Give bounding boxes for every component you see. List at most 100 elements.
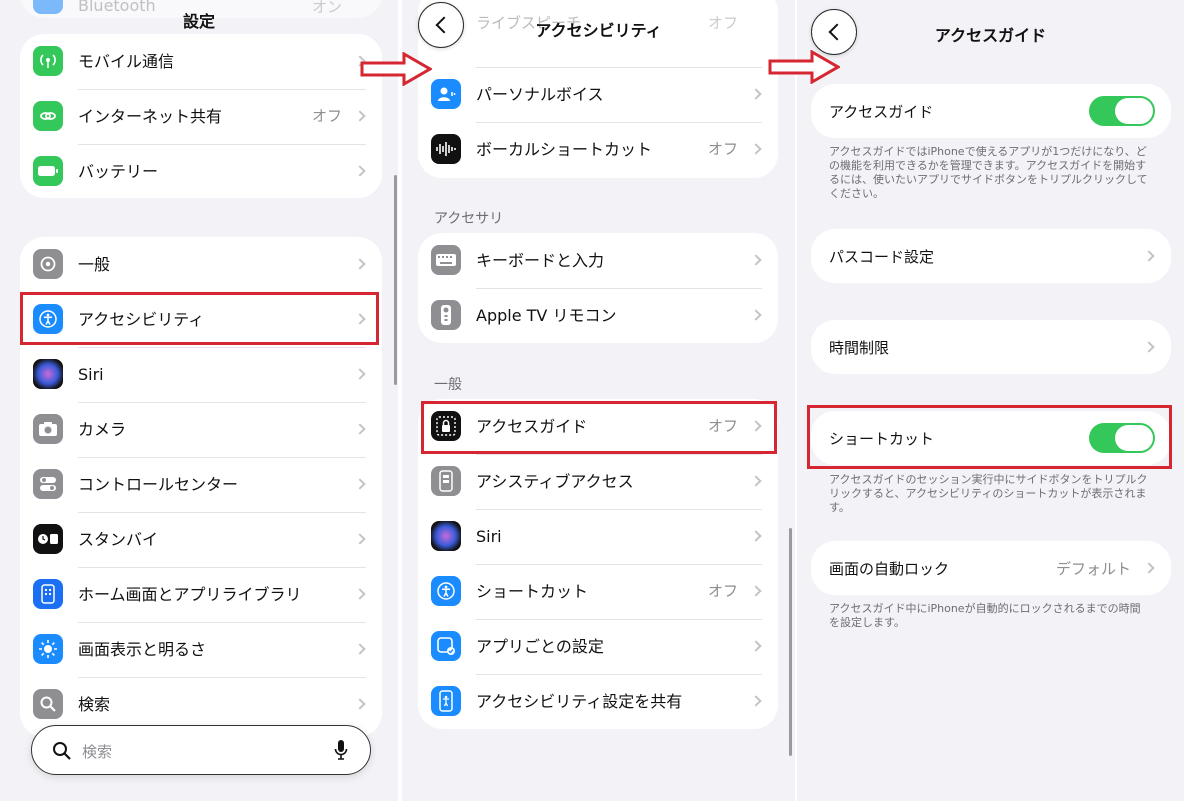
list-item-per-app-settings[interactable]: アプリごとの設定 [418,619,778,674]
list-item-keyboard[interactable]: キーボードと入力 [418,233,778,288]
list-item-autolock[interactable]: 画面の自動ロック デフォルト [811,541,1171,595]
camera-label: カメラ [78,420,127,439]
search-bar[interactable]: 検索 [31,725,371,775]
standby-label: スタンバイ [78,530,159,549]
sidebar-item-display[interactable]: 画面表示と明るさ [20,622,382,677]
sidebar-item-home-screen[interactable]: ホーム画面とアプリライブラリ [20,567,382,622]
accessibility-icon [431,576,461,606]
standby-icon [33,524,63,554]
sidebar-item-general[interactable]: 一般 [20,237,382,292]
list-item-apple-tv-remote[interactable]: Apple TV リモコン [418,288,778,343]
search-icon [53,742,71,760]
microphone-icon[interactable] [334,739,348,761]
assistive-access-icon [431,466,461,496]
siri-label: Siri [476,527,502,546]
per-app-icon [431,631,461,661]
waveform-icon [431,134,461,164]
hotspot-value: オフ [311,107,342,125]
guided-access-label: アクセスガイド [829,103,934,121]
list-item-accessibility-shortcut[interactable]: ショートカット オフ [418,564,778,619]
chevron-right-icon [1143,341,1155,353]
siri-icon [33,359,63,389]
divider [476,509,762,510]
assistive-access-label: アシスティブアクセス [476,472,634,491]
page-title: アクセスガイド [934,26,1047,45]
list-item-time-limits[interactable]: 時間制限 [811,320,1171,374]
siri-icon [431,521,461,551]
share-settings-label: アクセシビリティ設定を共有 [476,692,683,711]
list-item-siri[interactable]: Siri [418,509,778,564]
sidebar-item-control-center[interactable]: コントロールセンター [20,457,382,512]
mobile-label: モバイル通信 [78,52,175,71]
arrow-right-icon [768,50,840,84]
guided-access-footnote: アクセスガイドではiPhoneで使えるアプリが1つだけになり、どの機能を利用でき… [829,145,1148,200]
accessibility-panel: ライブスピーチ オフ パーソナルボイス ボーカルショートカット オフ アクセシビ… [402,0,795,801]
gear-icon [33,249,63,279]
shortcut-footnote: アクセスガイドのセッション実行中にサイドボタンをトリプルクリックすると、アクセシ… [829,473,1148,514]
home-screen-label: ホーム画面とアプリライブラリ [78,585,302,604]
list-item-personal-voice[interactable]: パーソナルボイス [418,67,778,122]
vocal-shortcut-label: ボーカルショートカット [476,140,653,159]
sidebar-item-mobile[interactable]: モバイル通信 [20,34,382,89]
divider [78,347,366,348]
personal-voice-icon [431,79,461,109]
time-limits-label: 時間制限 [829,339,890,357]
apple-tv-remote-label: Apple TV リモコン [476,306,617,325]
autolock-footnote: アクセスガイド中にiPhoneが自動的にロックされるまでの時間を設定します。 [829,602,1141,629]
chevron-right-icon [354,110,366,122]
list-item-vocal-shortcut[interactable]: ボーカルショートカット オフ [418,122,778,177]
page-title: アクセシビリティ [535,21,662,40]
per-app-settings-label: アプリごとの設定 [476,637,604,656]
home-screen-icon [33,579,63,609]
search-input[interactable]: 検索 [82,741,112,762]
sidebar-item-search[interactable]: 検索 [20,677,382,732]
shortcut-value: オフ [707,582,738,600]
list-item-assistive-access[interactable]: アシスティブアクセス [418,454,778,509]
scrollbar[interactable] [789,528,792,756]
display-label: 画面表示と明るさ [78,640,207,659]
guided-access-panel: アクセスガイド アクセスガイド アクセスガイドではiPhoneで使えるアプリが1… [797,0,1184,801]
chevron-right-icon [354,533,366,545]
chevron-right-icon [750,695,762,707]
chevron-right-icon [354,698,366,710]
chevron-right-icon [354,478,366,490]
chevron-right-icon [1143,562,1155,574]
section-header-general: 一般 [434,377,462,393]
chevron-right-icon [750,640,762,652]
guided-access-toggle[interactable] [1089,96,1155,126]
section-header-accessories: アクセサリ [434,211,504,227]
personal-voice-label: パーソナルボイス [476,85,604,104]
shortcut-highlight [807,405,1172,469]
sidebar-item-hotspot[interactable]: インターネット共有 オフ [20,89,382,144]
sidebar-item-standby[interactable]: スタンバイ [20,512,382,567]
autolock-value: デフォルト [1055,560,1131,578]
sidebar-item-camera[interactable]: カメラ [20,402,382,457]
toggles-icon [33,469,63,499]
sidebar-item-siri[interactable]: Siri [20,347,382,402]
chevron-right-icon [750,585,762,597]
battery-icon [33,156,63,186]
arrow-right-icon [360,52,432,86]
toggle-knob [1115,98,1153,124]
chevron-right-icon [354,165,366,177]
keyboard-label: キーボードと入力 [476,251,605,270]
chevron-right-icon [354,588,366,600]
divider [78,677,366,678]
siri-label: Siri [78,365,104,384]
guided-access-highlight [421,401,777,454]
remote-icon [431,300,461,330]
list-item-share-settings[interactable]: アクセシビリティ設定を共有 [418,674,778,729]
chevron-right-icon [1143,250,1155,262]
keyboard-icon [431,245,461,275]
chevron-right-icon [750,475,762,487]
share-settings-icon [431,686,461,716]
scrollbar[interactable] [394,175,397,385]
sidebar-item-battery[interactable]: バッテリー [20,144,382,198]
chevron-right-icon [750,530,762,542]
chevron-right-icon [354,423,366,435]
guided-access-toggle-group: アクセスガイド [811,84,1171,138]
accessibility-highlight [20,292,379,345]
chevron-right-icon [354,258,366,270]
vocal-shortcut-value: オフ [707,140,738,158]
list-item-passcode[interactable]: パスコード設定 [811,229,1171,283]
